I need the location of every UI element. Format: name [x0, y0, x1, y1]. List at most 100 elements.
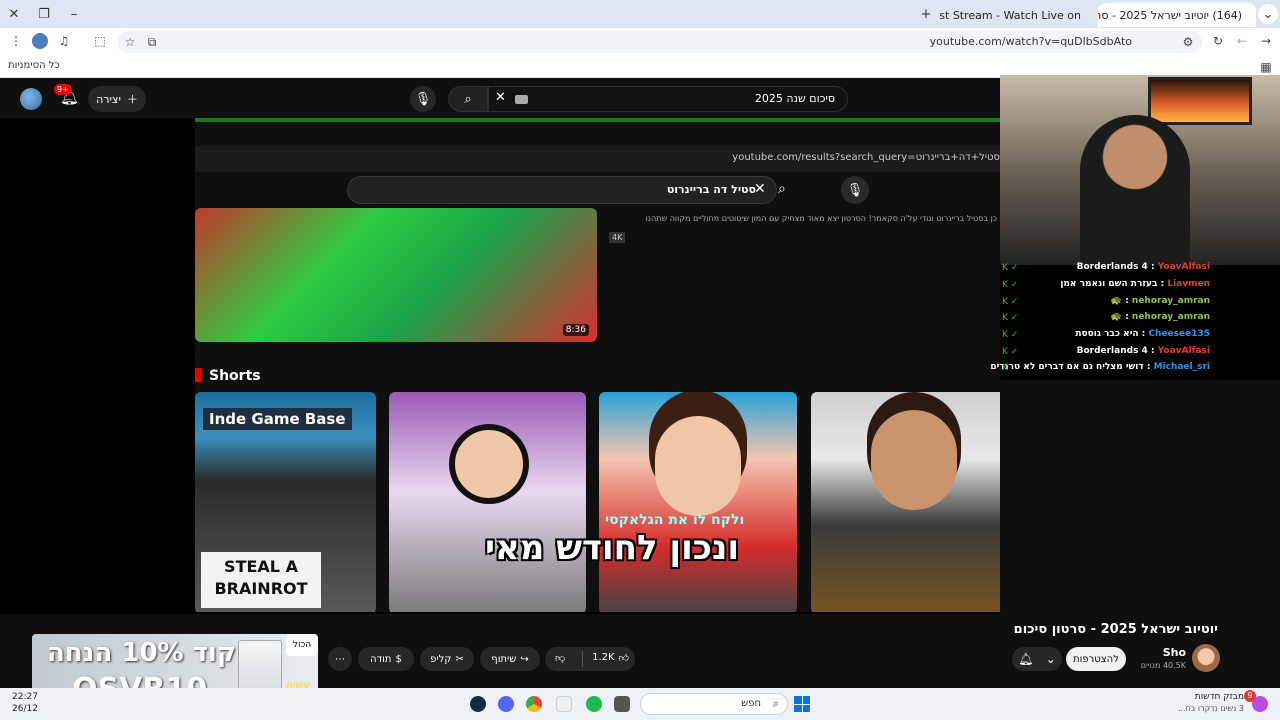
badge-icon: K ✓ [1002, 330, 1019, 340]
chat-message-text: 🐢 [1110, 312, 1123, 322]
shorts-icon [195, 368, 201, 382]
tab-youtube[interactable]: (164) יוטיוב ישראל 2025 - סרט [1098, 3, 1256, 27]
discord-icon[interactable] [498, 696, 514, 712]
thanks-button[interactable]: $ תודה [358, 647, 414, 671]
new-tab-icon[interactable]: + [916, 4, 936, 24]
close-window-icon[interactable]: ✕ [4, 4, 24, 24]
short-sign: STEAL A BRAINROT [201, 552, 321, 608]
dislike-button[interactable]: 👎︎ [555, 652, 565, 664]
url-text: youtube.com/watch?v=quDlbSdbAto [929, 35, 1132, 48]
taskbar-clock[interactable]: 22:27 26/12 [12, 691, 38, 715]
all-bookmarks-link[interactable]: כל הסימניות [8, 60, 60, 71]
channel-name[interactable]: Sho [1148, 646, 1186, 659]
taskbar: 22:27 26/12 ⌕ חפש 9 מבזק חדשות 3 נשים נד… [0, 688, 1280, 720]
restore-window-icon[interactable]: ❐ [34, 4, 54, 24]
chat-message: K ✓ Cheesee135 : היא כבר גוססת [1000, 329, 1280, 345]
start-menu-icon[interactable] [794, 696, 810, 712]
paint-icon[interactable] [556, 696, 572, 712]
search-input[interactable]: ✕ סיכום שנה 2025 [488, 86, 848, 112]
video-info-section: יוטיוב ישראל 2025 - סרטון סיכום Sho 40.5… [0, 614, 1280, 712]
chat-message-text: 🐢 [1110, 296, 1123, 306]
video-caption: ונכון לחודש מאי [485, 528, 740, 568]
notification-bell-button[interactable]: 🔔︎ ⌄ [1012, 647, 1062, 671]
chat-message-text: Borderlands 4 [1076, 346, 1148, 356]
chat-user: YoavAlfasi [1157, 262, 1210, 272]
back-icon[interactable]: → [1258, 33, 1274, 49]
search-icon: ⌕ [464, 91, 472, 107]
profile-icon[interactable] [32, 33, 48, 49]
chevron-down-icon: ⌄ [1045, 652, 1056, 666]
taskbar-search[interactable]: ⌕ חפש [640, 693, 788, 715]
join-button[interactable]: להצטרפות [1066, 647, 1126, 671]
shorts-title: Shorts [209, 368, 261, 384]
media-icon[interactable]: ♫ [56, 33, 72, 49]
bookmark-star-icon[interactable]: ☆ [122, 34, 138, 50]
minimize-window-icon[interactable]: – [64, 4, 84, 24]
news-title[interactable]: מבזק חדשות [1195, 692, 1244, 702]
thanks-label: תודה [370, 653, 392, 665]
chat-message-text: Borderlands 4 [1076, 262, 1148, 272]
forward-icon[interactable]: ← [1234, 33, 1250, 49]
channel-avatar[interactable] [1192, 644, 1220, 672]
reload-icon[interactable]: ↻ [1210, 33, 1226, 49]
install-icon[interactable]: ⧉ [144, 34, 160, 50]
thumbs-up-icon: 👍︎ [618, 653, 629, 664]
create-button[interactable]: ＋ יצירה [88, 86, 146, 112]
tab-title: (164) יוטיוב ישראל 2025 - סרט [1098, 8, 1242, 22]
tab-title: Shotist Stream - Watch Live on [940, 8, 1081, 22]
avatar[interactable] [20, 88, 42, 110]
site-settings-icon[interactable]: ⚙ [1180, 34, 1196, 50]
more-actions-button[interactable]: ⋯ [328, 647, 352, 671]
inner-url: youtube.com/results?search_query=סטיל+דה… [732, 152, 1000, 163]
spotify-icon[interactable] [586, 696, 602, 712]
short-thumbnail [389, 392, 586, 612]
chat-text: : 🐢 [1110, 296, 1132, 306]
webcam-fireplace [1148, 77, 1252, 125]
clip-button[interactable]: ✂ קליפ [420, 647, 474, 671]
video-player[interactable]: youtube.com/results?search_query=סטיל+דה… [195, 118, 1000, 612]
app-icon[interactable] [470, 696, 486, 712]
like-dislike-pill: 👍︎ 1.2K 👎︎ [545, 647, 635, 671]
subscriber-count: 40.5K מנויים [1140, 661, 1186, 670]
tab-shotist-stream[interactable]: Shotist Stream - Watch Live on [940, 3, 1095, 27]
file-explorer-icon[interactable] [614, 696, 630, 712]
apps-grid-icon[interactable]: ▦ [1258, 59, 1274, 75]
short-thumbnail: Inde Game Base STEAL A BRAINROT [195, 392, 376, 612]
keyboard-icon[interactable] [515, 95, 528, 104]
chat-message-text: דושי מצליח גם אם דברים לא טרנדים [990, 362, 1144, 372]
chat-message: K Michael_sri : דושי מצליח גם אם דברים ל… [990, 362, 1280, 378]
search-button[interactable]: ⌕ [448, 86, 488, 112]
promo-text: קוד 10% הנחה [46, 638, 236, 668]
tab-search-icon[interactable]: ⌄ [1258, 4, 1278, 24]
short-label: Inde Game Base [203, 408, 352, 430]
share-label: שיתוף [491, 653, 517, 665]
thumb-duration: 8:36 [562, 324, 589, 336]
tooltip-all: הכול [286, 634, 318, 656]
clock-date: 26/12 [12, 704, 38, 714]
badge-icon: K ✓ [1002, 313, 1019, 323]
url-bar[interactable]: ☆ ⧉ youtube.com/watch?v=quDlbSdbAto ⚙ [118, 31, 1202, 53]
create-label: יצירה [96, 92, 121, 106]
search-icon: ⌕ [772, 697, 779, 710]
chat-text: : Borderlands 4 [1076, 346, 1158, 356]
chrome-icon[interactable] [526, 696, 542, 712]
menu-icon[interactable]: ⋮ [8, 33, 24, 49]
stream-chat: K ✓ YoavAlfasi : Borderlands 4 K ✓ Liavm… [990, 262, 1280, 380]
badge-icon: K ✓ [1002, 297, 1019, 307]
bell-icon: 🔔︎ [1018, 652, 1034, 666]
webcam-streamer [1080, 115, 1190, 265]
share-icon: ↪ [520, 653, 529, 665]
chat-user: YoavAlfasi [1157, 346, 1210, 356]
chat-message: K ✓ nehoray_amran : 🐢 [1000, 296, 1280, 312]
chat-text: : דושי מצליח גם אם דברים לא טרנדים [990, 362, 1154, 372]
inner-search-icon: ⌕ [778, 181, 786, 197]
voice-search-icon[interactable]: 🎙︎ [410, 86, 436, 112]
chat-user: nehoray_amran [1131, 296, 1210, 306]
clear-search-icon[interactable]: ✕ [495, 90, 506, 105]
inner-video-thumbnail: 8:36 [195, 208, 597, 342]
badge-icon: K ✓ [1002, 263, 1019, 273]
share-button[interactable]: ↪ שיתוף [480, 647, 540, 671]
short-face [449, 424, 529, 504]
extensions-icon[interactable]: ⬚ [92, 33, 108, 49]
like-button[interactable]: 👍︎ 1.2K [592, 652, 629, 664]
